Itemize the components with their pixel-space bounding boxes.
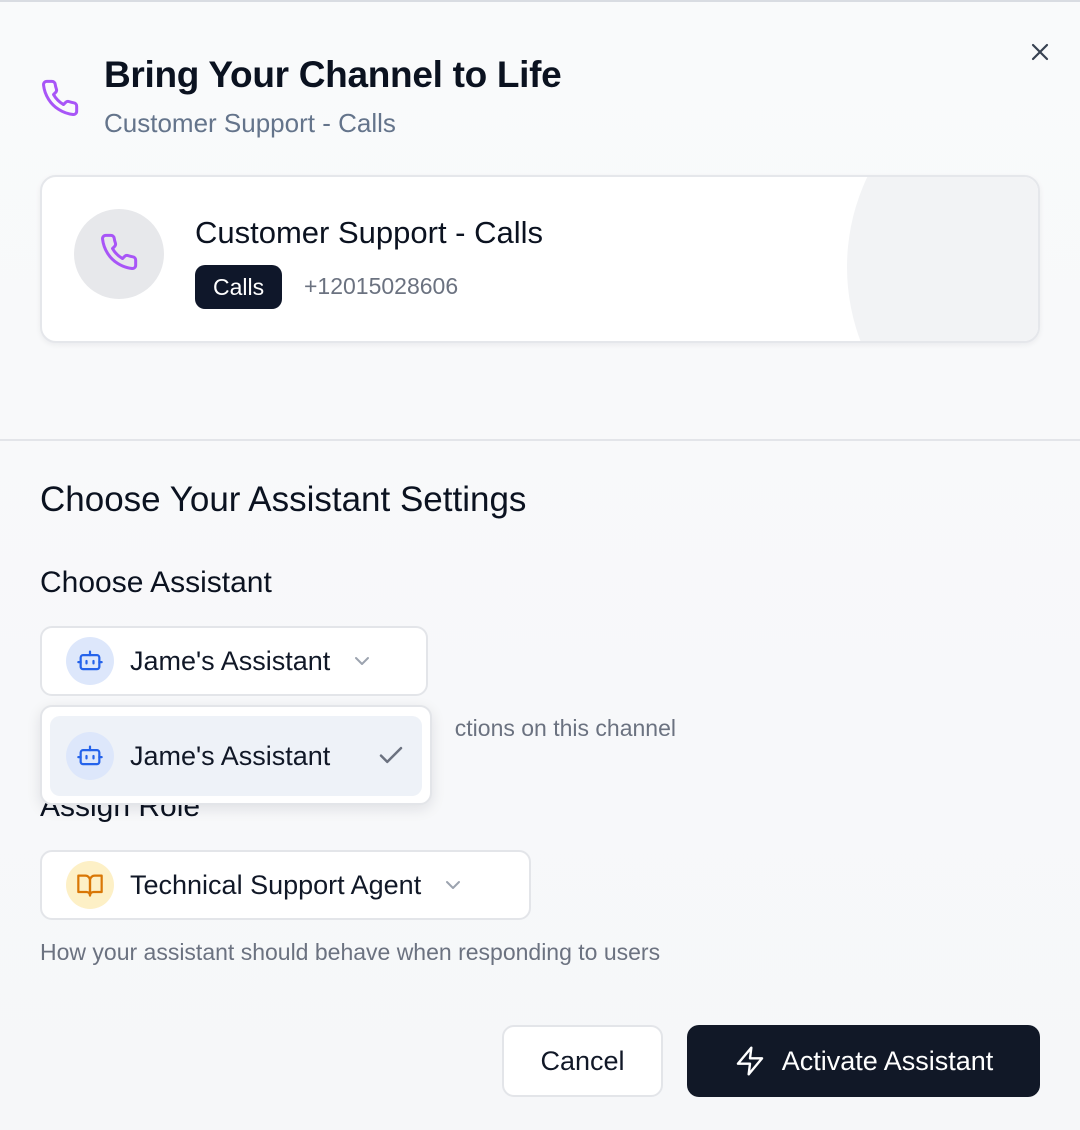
phone-icon (40, 78, 80, 118)
assistant-dropdown-menu: Jame's Assistant (40, 705, 432, 805)
settings-section-title: Choose Your Assistant Settings (40, 480, 527, 519)
channel-card: Customer Support - Calls Calls +12015028… (40, 175, 1040, 343)
close-icon (1028, 40, 1052, 69)
activate-channel-modal: Bring Your Channel to Life Customer Supp… (0, 0, 1080, 1130)
role-select[interactable]: Technical Support Agent (40, 850, 531, 920)
section-divider (0, 439, 1080, 441)
close-button[interactable] (1022, 36, 1058, 72)
activate-assistant-button[interactable]: Activate Assistant (687, 1025, 1040, 1097)
channel-phone-number: +12015028606 (304, 273, 459, 299)
cancel-button[interactable]: Cancel (502, 1025, 663, 1097)
chevron-down-icon (350, 649, 374, 673)
modal-title: Bring Your Channel to Life (104, 54, 562, 95)
activate-assistant-label: Activate Assistant (781, 1045, 994, 1076)
channel-avatar (74, 209, 164, 299)
assistant-select[interactable]: Jame's Assistant (40, 626, 428, 696)
assistant-select-value: Jame's Assistant (130, 645, 331, 676)
book-icon (66, 861, 114, 909)
role-help-text: How your assistant should behave when re… (40, 939, 661, 965)
robot-icon (66, 732, 114, 780)
dropdown-option-james-assistant[interactable]: Jame's Assistant (50, 716, 422, 796)
check-icon (376, 740, 406, 775)
card-decoration (847, 177, 1038, 341)
lightning-icon (734, 1045, 766, 1077)
channel-name: Customer Support - Calls (195, 215, 544, 250)
phone-icon (99, 232, 139, 277)
chevron-down-icon (441, 873, 465, 897)
dropdown-option-label: Jame's Assistant (130, 740, 331, 771)
modal-subtitle: Customer Support - Calls (104, 108, 396, 138)
channel-type-badge: Calls (195, 265, 283, 309)
role-select-value: Technical Support Agent (130, 869, 422, 900)
robot-icon (66, 637, 114, 685)
choose-assistant-label: Choose Assistant (40, 566, 272, 599)
